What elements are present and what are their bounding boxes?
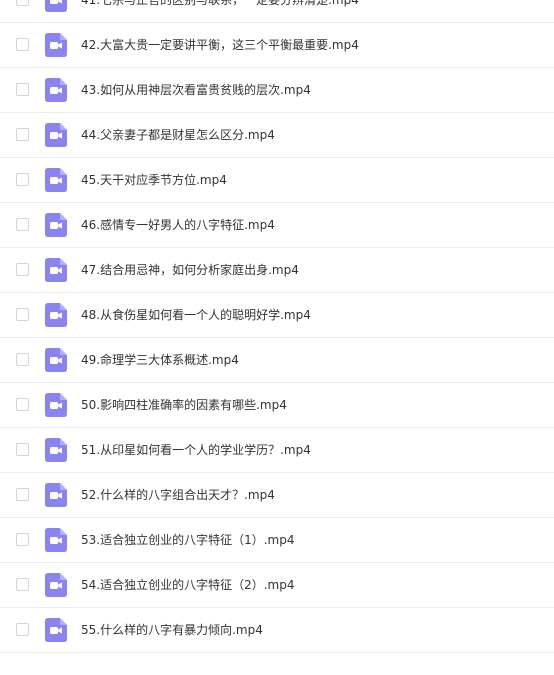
file-name[interactable]: 49.命理学三大体系概述.mp4 [81,352,239,368]
file-name[interactable]: 51.从印星如何看一个人的学业学历？.mp4 [81,442,311,458]
file-row[interactable]: 48.从食伤星如何看一个人的聪明好学.mp4 [0,293,554,338]
file-name[interactable]: 46.感情专一好男人的八字特征.mp4 [81,217,275,233]
row-checkbox[interactable] [16,128,29,141]
file-row[interactable]: 47.结合用忌神，如何分析家庭出身.mp4 [0,248,554,293]
row-checkbox[interactable] [16,353,29,366]
file-name[interactable]: 41.七杀与正官的区别与联系，一定要分辨清楚.mp4 [81,0,359,8]
file-row[interactable]: 43.如何从用神层次看富贵贫贱的层次.mp4 [0,68,554,113]
video-file-icon [45,78,67,102]
file-name[interactable]: 50.影响四柱准确率的因素有哪些.mp4 [81,397,287,413]
file-row[interactable]: 49.命理学三大体系概述.mp4 [0,338,554,383]
video-file-icon [45,528,67,552]
file-row[interactable]: 52.什么样的八字组合出天才？.mp4 [0,473,554,518]
file-name[interactable]: 44.父亲妻子都是财星怎么区分.mp4 [81,127,275,143]
file-name[interactable]: 43.如何从用神层次看富贵贫贱的层次.mp4 [81,82,311,98]
row-checkbox[interactable] [16,443,29,456]
row-checkbox[interactable] [16,173,29,186]
row-checkbox[interactable] [16,308,29,321]
file-name[interactable]: 53.适合独立创业的八字特征（1）.mp4 [81,532,294,548]
video-file-icon [45,303,67,327]
video-file-icon [45,258,67,282]
file-list: 41.七杀与正官的区别与联系，一定要分辨清楚.mp4 42.大富大贵一定要讲平衡… [0,0,554,653]
row-checkbox[interactable] [16,533,29,546]
video-file-icon [45,123,67,147]
row-checkbox[interactable] [16,218,29,231]
file-name[interactable]: 52.什么样的八字组合出天才？.mp4 [81,487,275,503]
video-file-icon [45,393,67,417]
file-row[interactable]: 55.什么样的八字有暴力倾向.mp4 [0,608,554,653]
row-checkbox[interactable] [16,578,29,591]
file-row[interactable]: 42.大富大贵一定要讲平衡，这三个平衡最重要.mp4 [0,23,554,68]
file-row[interactable]: 44.父亲妻子都是财星怎么区分.mp4 [0,113,554,158]
video-file-icon [45,348,67,372]
file-name[interactable]: 42.大富大贵一定要讲平衡，这三个平衡最重要.mp4 [81,37,359,53]
file-row[interactable]: 50.影响四柱准确率的因素有哪些.mp4 [0,383,554,428]
file-name[interactable]: 47.结合用忌神，如何分析家庭出身.mp4 [81,262,299,278]
file-row[interactable]: 41.七杀与正官的区别与联系，一定要分辨清楚.mp4 [0,0,554,23]
row-checkbox[interactable] [16,263,29,276]
row-checkbox[interactable] [16,398,29,411]
row-checkbox[interactable] [16,83,29,96]
file-name[interactable]: 45.天干对应季节方位.mp4 [81,172,227,188]
row-checkbox[interactable] [16,0,29,6]
file-name[interactable]: 48.从食伤星如何看一个人的聪明好学.mp4 [81,307,311,323]
file-row[interactable]: 51.从印星如何看一个人的学业学历？.mp4 [0,428,554,473]
video-file-icon [45,618,67,642]
row-checkbox[interactable] [16,38,29,51]
row-checkbox[interactable] [16,623,29,636]
video-file-icon [45,213,67,237]
video-file-icon [45,573,67,597]
video-file-icon [45,168,67,192]
file-row[interactable]: 54.适合独立创业的八字特征（2）.mp4 [0,563,554,608]
file-row[interactable]: 45.天干对应季节方位.mp4 [0,158,554,203]
file-row[interactable]: 46.感情专一好男人的八字特征.mp4 [0,203,554,248]
video-file-icon [45,0,67,12]
video-file-icon [45,483,67,507]
video-file-icon [45,33,67,57]
file-row[interactable]: 53.适合独立创业的八字特征（1）.mp4 [0,518,554,563]
file-name[interactable]: 54.适合独立创业的八字特征（2）.mp4 [81,577,294,593]
file-name[interactable]: 55.什么样的八字有暴力倾向.mp4 [81,622,263,638]
row-checkbox[interactable] [16,488,29,501]
video-file-icon [45,438,67,462]
